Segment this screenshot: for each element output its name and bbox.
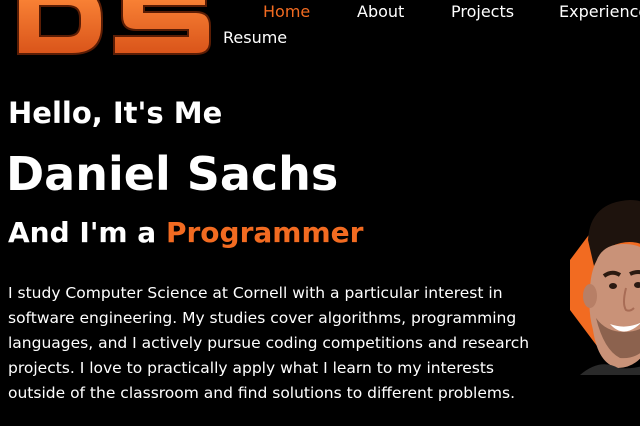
profile-photo — [560, 200, 640, 375]
hero-name: Daniel Sachs — [6, 147, 339, 201]
role-prefix: And I'm a — [8, 216, 166, 249]
portfolio-page: Home About Projects Experience Resume He… — [0, 0, 640, 426]
nav-link-about[interactable]: About — [357, 2, 404, 22]
nav-link-projects[interactable]: Projects — [451, 2, 514, 22]
nav-link-experience[interactable]: Experience — [559, 2, 640, 22]
hero-greeting: Hello, It's Me — [8, 96, 223, 130]
main-nav: Home About Projects Experience Resume — [0, 0, 640, 60]
hero-bio: I study Computer Science at Cornell with… — [8, 284, 530, 402]
role-highlight: Programmer — [165, 216, 364, 249]
nav-link-home[interactable]: Home — [263, 2, 310, 22]
nav-link-resume[interactable]: Resume — [223, 28, 287, 48]
hero-role-line: And I'm a Programmer — [8, 216, 363, 250]
